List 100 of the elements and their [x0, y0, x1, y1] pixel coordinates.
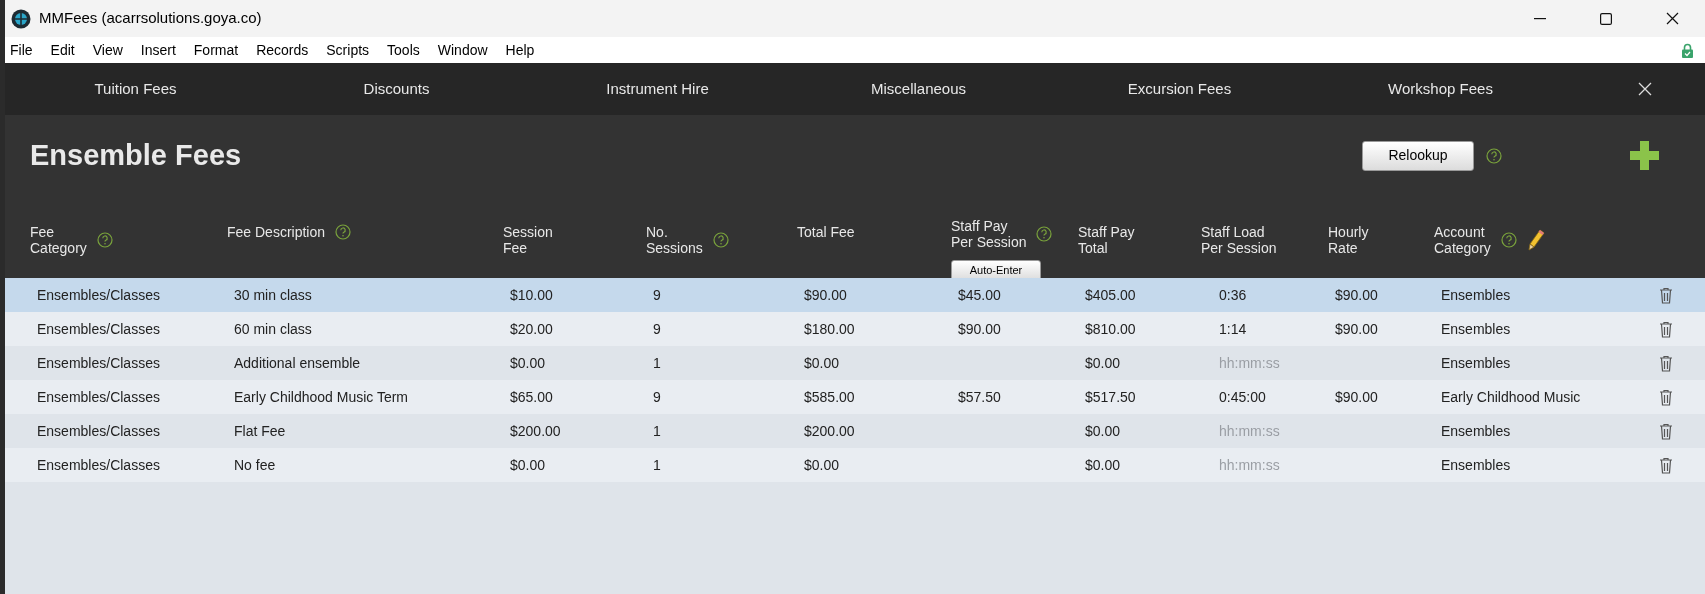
column-header: Hourly Rate	[1328, 224, 1369, 256]
table-cell-text: $0.00	[510, 455, 547, 475]
table-cell-text: $65.00	[510, 387, 554, 407]
table-cell-text: 0:36	[1218, 285, 1248, 305]
time-placeholder: hh:mm:ss	[1218, 353, 1281, 373]
table-cell-text: Ensembles	[1441, 319, 1512, 339]
table-cell-text: $0.00	[1085, 455, 1122, 475]
table-cell-text: 9	[653, 285, 662, 305]
table-cell-text: 1	[653, 455, 662, 475]
table-cell-text: Ensembles/Classes	[37, 353, 161, 373]
column-header: Staff Pay Per Session	[951, 218, 1027, 250]
nav-tab[interactable]: Instrument Hire	[527, 77, 788, 101]
table-cell-text: 60 min class	[234, 319, 313, 339]
table-cell-text: $810.00	[1085, 319, 1137, 339]
table-cell-text: 30 min class	[234, 285, 313, 305]
window-title: MMFees (acarrsolutions.goya.co)	[39, 8, 262, 29]
page-title: Ensemble Fees	[30, 137, 243, 173]
table-cell-text: Ensembles/Classes	[37, 421, 161, 441]
column-header: Staff Load Per Session	[1201, 224, 1277, 256]
table-cell-text: $10.00	[510, 285, 554, 305]
column-header: No. Sessions	[646, 224, 703, 256]
nav-tab[interactable]: Miscellaneous	[788, 77, 1049, 101]
table-cell-text: $0.00	[804, 455, 841, 475]
menu-item[interactable]: View	[92, 39, 123, 61]
table-cell-text: Ensembles/Classes	[37, 285, 161, 305]
table-cell-text: $517.50	[1085, 387, 1137, 407]
table-cell-text: $90.00	[1335, 387, 1379, 407]
help-icon[interactable]	[96, 232, 113, 248]
table-cell-text: $90.00	[1335, 285, 1379, 305]
menu-item[interactable]: Insert	[140, 39, 176, 61]
table-cell-text: $200.00	[510, 421, 562, 441]
table-cell-text: 1	[653, 353, 662, 373]
table-cell-text: $57.50	[958, 387, 1002, 407]
table-cell-text: $405.00	[1085, 285, 1137, 305]
trash-icon[interactable]	[1659, 388, 1673, 406]
trash-icon[interactable]	[1659, 320, 1673, 338]
table-cell-text: $0.00	[804, 353, 841, 373]
menu-item[interactable]: Edit	[50, 39, 75, 61]
nav-tab[interactable]: Tuition Fees	[5, 77, 266, 101]
table-row[interactable]: Ensembles/Classes 60 min class $20.00 9 $180.00 $90.00 $810.00 1:14 $90.00 Ensembles	[5, 312, 1705, 346]
help-icon[interactable]	[1036, 226, 1053, 242]
table-cell-text: $90.00	[804, 285, 848, 305]
table-cell-text: $0.00	[510, 353, 547, 373]
table-cell-text: $200.00	[804, 421, 856, 441]
column-header: Account Category	[1434, 224, 1491, 256]
table-cell-text: No fee	[234, 455, 277, 475]
menu-item[interactable]: Window	[437, 39, 488, 61]
table-cell-text: $45.00	[958, 285, 1002, 305]
table-cell-text: $0.00	[1085, 353, 1122, 373]
table-cell-text: 0:45:00	[1218, 387, 1267, 407]
pencil-icon[interactable]	[1526, 229, 1545, 251]
minimize-icon	[1534, 17, 1546, 20]
table-cell-text: Ensembles/Classes	[37, 319, 161, 339]
help-icon[interactable]	[1500, 232, 1517, 248]
table-cell-text: 1	[653, 421, 662, 441]
table-cell-text: $20.00	[510, 319, 554, 339]
maximize-icon	[1600, 12, 1612, 25]
nav-tab[interactable]: Excursion Fees	[1049, 77, 1310, 101]
menu-item[interactable]: Format	[193, 39, 239, 61]
column-header: Session Fee	[503, 224, 553, 256]
menu-item[interactable]: Records	[256, 39, 309, 61]
nav-tab[interactable]: Workshop Fees	[1310, 77, 1571, 101]
table-cell-text: 9	[653, 319, 662, 339]
table-row[interactable]: Ensembles/Classes Early Childhood Music Term $65.00 9 $585.00 $57.50 $517.50 0:45:00 $90.00 Early Childhood Music	[5, 380, 1705, 414]
column-header: Fee Category	[30, 224, 87, 256]
column-header: Total Fee	[797, 224, 855, 240]
table-cell-text: Ensembles	[1441, 285, 1512, 305]
trash-icon[interactable]	[1659, 354, 1673, 372]
help-icon[interactable]	[712, 232, 729, 248]
close-icon	[1665, 12, 1679, 25]
relookup-button[interactable]: Relookup	[1362, 140, 1474, 171]
table-cell-text: Ensembles	[1441, 353, 1512, 373]
table-cell-text: $180.00	[804, 319, 856, 339]
table-cell-text: Ensembles	[1441, 455, 1512, 475]
table-cell-text: Early Childhood Music	[1441, 387, 1582, 407]
column-header: Fee Description	[227, 224, 326, 240]
trash-icon[interactable]	[1659, 286, 1673, 304]
trash-icon[interactable]	[1659, 456, 1673, 474]
time-placeholder: hh:mm:ss	[1218, 421, 1281, 441]
help-icon[interactable]	[1486, 147, 1502, 164]
time-placeholder: hh:mm:ss	[1218, 455, 1281, 475]
table-cell-text: $90.00	[958, 319, 1002, 339]
table-cell-text: 1:14	[1218, 319, 1248, 339]
table-cell-text: $0.00	[1085, 421, 1122, 441]
menu-item[interactable]: Help	[505, 39, 535, 61]
table-row[interactable]: Ensembles/Classes No fee $0.00 1 $0.00 $0.00 hh:mm:ss Ensembles	[5, 448, 1705, 482]
trash-icon[interactable]	[1659, 422, 1673, 440]
help-icon[interactable]	[335, 224, 352, 240]
table-cell-text: $90.00	[1335, 319, 1379, 339]
nav-tab[interactable]: Discounts	[266, 77, 527, 101]
add-icon[interactable]	[1630, 141, 1659, 170]
table-row[interactable]: Ensembles/Classes 30 min class $10.00 9 $90.00 $45.00 $405.00 0:36 $90.00 Ensembles	[5, 278, 1705, 312]
menu-item[interactable]: File	[10, 39, 33, 61]
table-cell-text: Flat Fee	[234, 421, 287, 441]
close-icon[interactable]	[1638, 82, 1652, 96]
menu-item[interactable]: Scripts	[326, 39, 370, 61]
table-cell-text: Early Childhood Music Term	[234, 387, 410, 407]
lock-icon	[1682, 42, 1693, 58]
menu-item[interactable]: Tools	[387, 39, 420, 61]
table-cell-text: Ensembles/Classes	[37, 387, 161, 407]
